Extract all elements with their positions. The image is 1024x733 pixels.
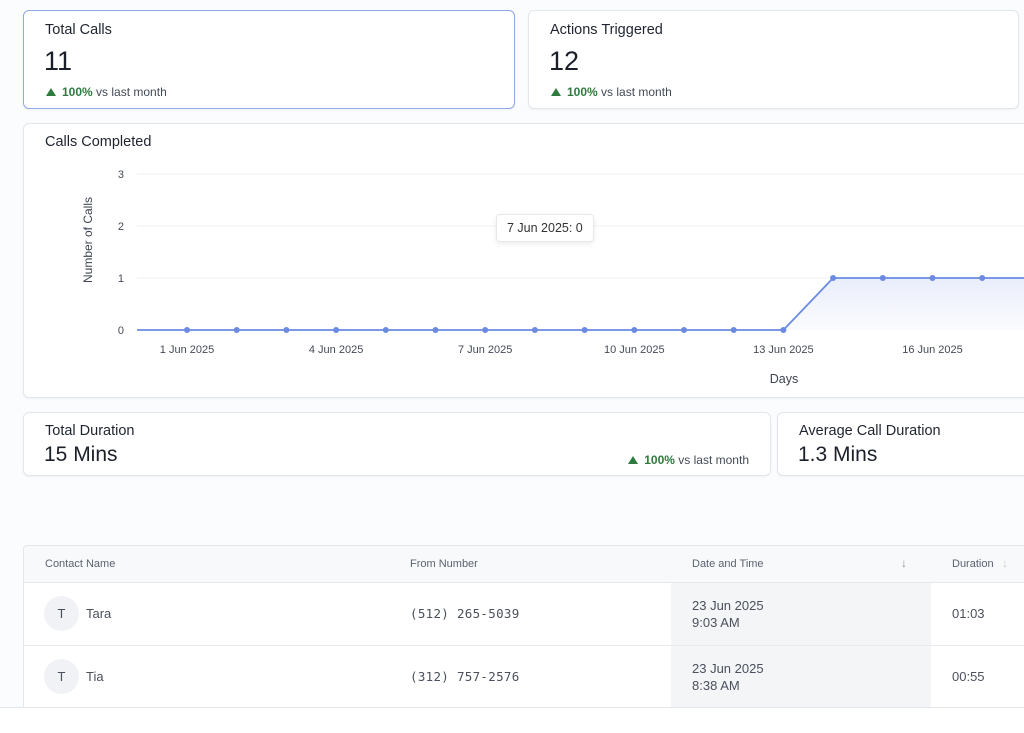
column-header-duration[interactable]: Duration: [952, 558, 994, 570]
data-point[interactable]: [333, 327, 340, 333]
contact-name: Tia: [86, 669, 104, 684]
arrow-down-icon[interactable]: ↓: [1002, 556, 1008, 570]
trend-percent: 100%: [644, 453, 675, 467]
data-point[interactable]: [979, 275, 986, 281]
data-point[interactable]: [531, 327, 538, 333]
call-date: 23 Jun 2025: [692, 661, 764, 676]
column-header-contact-name[interactable]: Contact Name: [45, 558, 115, 570]
data-point[interactable]: [184, 327, 190, 333]
column-header-date-time[interactable]: Date and Time: [692, 558, 764, 570]
table-row[interactable]: T Tara (512) 265-5039 23 Jun 2025 9:03 A…: [24, 583, 1024, 646]
data-point[interactable]: [730, 327, 737, 333]
data-point[interactable]: [879, 275, 886, 281]
call-date: 23 Jun 2025: [692, 598, 764, 613]
call-time: 8:38 AM: [692, 678, 740, 693]
x-tick-label: 4 Jun 2025: [309, 344, 363, 356]
x-axis-ticks: 1 Jun 2025 4 Jun 2025 7 Jun 2025 10 Jun 202…: [160, 344, 963, 356]
data-point[interactable]: [233, 327, 240, 333]
total-duration-title: Total Duration: [45, 423, 135, 439]
from-number: (312) 757-2576: [410, 669, 520, 684]
x-tick-label: 16 Jun 2025: [902, 344, 963, 356]
avg-call-duration-title: Average Call Duration: [799, 423, 941, 439]
avg-call-duration-card[interactable]: Average Call Duration 1.3 Mins: [777, 412, 1024, 476]
series-area: [137, 278, 1024, 330]
total-duration-value: 15 Mins: [44, 443, 118, 466]
data-point[interactable]: [780, 327, 787, 333]
chart-area: [137, 278, 1024, 330]
column-header-from-number[interactable]: From Number: [410, 558, 478, 570]
calls-table: Contact Name From Number Date and Time ↓…: [23, 545, 1024, 708]
calls-chart: 0 1 2 3 1 Jun 2025 4 Jun 2025 7 Jun 2025 10 Ju…: [81, 169, 1024, 386]
bottom-bar: [0, 707, 1024, 733]
data-point[interactable]: [631, 327, 638, 333]
call-time: 9:03 AM: [692, 615, 740, 630]
data-point[interactable]: [432, 327, 439, 333]
date-time: 23 Jun 2025 8:38 AM: [692, 660, 764, 694]
y-tick-label: 2: [118, 221, 124, 233]
total-duration-trend: 100% vs last month: [628, 453, 749, 467]
data-point[interactable]: [382, 327, 389, 333]
total-duration-card[interactable]: Total Duration 15 Mins 100% vs last mont…: [23, 412, 771, 476]
table-row[interactable]: T Tia (312) 757-2576 23 Jun 2025 8:38 AM…: [24, 646, 1024, 707]
contact-name: Tara: [86, 606, 112, 621]
avatar: T: [44, 659, 79, 694]
data-point[interactable]: [681, 327, 687, 333]
data-point[interactable]: [929, 275, 936, 281]
arrow-down-icon[interactable]: ↓: [901, 556, 907, 570]
data-point[interactable]: [482, 327, 489, 333]
call-duration: 01:03: [952, 606, 985, 621]
call-duration: 00:55: [952, 669, 985, 684]
data-point[interactable]: [830, 275, 837, 281]
y-axis-ticks: 0 1 2 3: [118, 169, 124, 337]
y-tick-label: 0: [118, 325, 124, 337]
y-axis-label: Number of Calls: [81, 197, 95, 283]
x-tick-label: 10 Jun 2025: [604, 344, 665, 356]
from-number: (512) 265-5039: [410, 606, 520, 621]
x-tick-label: 1 Jun 2025: [160, 344, 214, 356]
y-tick-label: 3: [118, 169, 124, 181]
trend-up-icon: [628, 456, 639, 464]
x-tick-label: 7 Jun 2025: [458, 344, 512, 356]
trend-label: vs last month: [678, 453, 749, 467]
chart-tooltip: 7 Jun 2025: 0: [496, 214, 594, 242]
avatar: T: [44, 596, 79, 631]
data-point[interactable]: [283, 327, 290, 333]
date-time: 23 Jun 2025 9:03 AM: [692, 597, 764, 631]
data-point[interactable]: [581, 327, 588, 333]
avg-call-duration-value: 1.3 Mins: [798, 443, 878, 466]
y-tick-label: 1: [118, 273, 124, 285]
x-axis-label: Days: [770, 372, 798, 386]
x-tick-label: 13 Jun 2025: [753, 344, 814, 356]
table-header: Contact Name From Number Date and Time ↓…: [24, 546, 1024, 583]
